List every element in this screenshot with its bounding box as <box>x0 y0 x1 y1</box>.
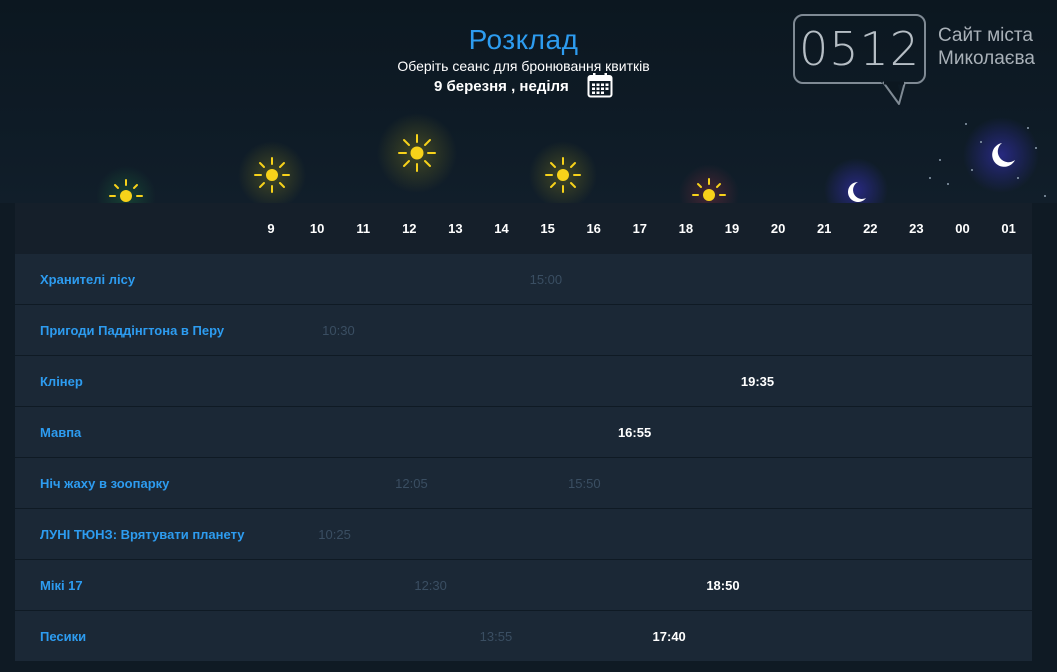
table-row: Клінер 19:35 <box>15 356 1032 407</box>
hour-label: 18 <box>678 221 694 236</box>
table-row: Мікі 17 12:30 18:50 <box>15 560 1032 611</box>
hour-label: 00 <box>955 221 970 236</box>
table-row: Ніч жаху в зоопарку 12:05 15:50 <box>15 458 1032 509</box>
hours-header: 9 10 11 12 13 14 15 16 17 18 19 20 21 22 23 00 01 <box>15 203 1032 254</box>
moon-icon <box>848 182 866 202</box>
hour-label: 15 <box>540 221 555 236</box>
table-row: Пригоди Паддінгтона в Перу 10:30 <box>15 305 1032 356</box>
showtime-past: 15:50 <box>568 476 601 491</box>
movie-title-link[interactable]: Клінер <box>40 374 83 389</box>
showtime-button[interactable]: 16:55 <box>618 425 651 440</box>
table-row: Хранителі лісу 15:00 <box>15 254 1032 305</box>
sun-icon <box>398 134 436 172</box>
movie-title-link[interactable]: Пригоди Паддінгтона в Перу <box>40 323 224 338</box>
table-row: Песики 13:55 17:40 <box>15 611 1032 662</box>
hour-label: 01 <box>1001 221 1016 236</box>
showtime-button[interactable]: 17:40 <box>653 629 686 644</box>
hour-label: 17 <box>632 221 648 236</box>
hour-label: 23 <box>909 221 924 236</box>
hour-label: 16 <box>586 221 601 236</box>
showtime-button[interactable]: 19:35 <box>741 374 774 389</box>
movie-title-link[interactable]: Хранителі лісу <box>40 272 135 287</box>
hour-label: 12 <box>402 221 417 236</box>
calendar-icon[interactable] <box>587 72 613 98</box>
movie-title-link[interactable]: Мавпа <box>40 425 81 440</box>
logo-text: Сайт міста Миколаєва <box>938 24 1035 70</box>
hour-label: 21 <box>816 221 832 236</box>
hour-label: 13 <box>448 221 463 236</box>
logo-line-1: Сайт міста <box>938 25 1033 46</box>
speech-bubble-tail <box>881 81 906 105</box>
movie-title-link[interactable]: ЛУНІ ТЮНЗ: Врятувати планету <box>40 527 245 542</box>
sun-icon <box>692 178 726 201</box>
hour-label: 14 <box>494 221 509 236</box>
hour-label: 19 <box>724 221 740 236</box>
showtime-button[interactable]: 18:50 <box>706 578 739 593</box>
table-row: Мавпа 16:55 <box>15 407 1032 458</box>
movie-title-link[interactable]: Мікі 17 <box>40 578 83 593</box>
movie-title-link[interactable]: Песики <box>40 629 86 644</box>
table-row: ЛУНІ ТЮНЗ: Врятувати планету 10:25 <box>15 509 1032 560</box>
hour-label: 20 <box>770 221 786 236</box>
movie-title-link[interactable]: Ніч жаху в зоопарку <box>40 476 169 491</box>
sun-icon <box>545 157 581 193</box>
showtime-past: 12:05 <box>395 476 428 491</box>
moon-icon <box>992 143 1015 167</box>
hour-label: 9 <box>267 221 275 236</box>
date-label: 9 березня , неділя <box>434 77 569 95</box>
logo-number: 0512 <box>798 22 921 76</box>
sun-icon <box>109 179 143 202</box>
showtime-past: 13:55 <box>479 629 513 644</box>
logo-line-2: Миколаєва <box>938 48 1035 69</box>
hour-label: 11 <box>356 221 371 236</box>
hour-label: 22 <box>863 221 878 236</box>
sun-icon <box>254 157 290 193</box>
hour-label: 10 <box>309 221 325 236</box>
showtime-past: 10:30 <box>322 323 355 338</box>
showtime-past: 15:00 <box>529 272 563 287</box>
showtime-past: 10:25 <box>318 527 351 542</box>
site-logo[interactable]: 0512 Сайт міста Миколаєва <box>793 14 1053 108</box>
showtime-past: 12:30 <box>414 578 447 593</box>
schedule-table: Хранителі лісу 15:00 Пригоди Паддінгтона в… <box>15 254 1032 662</box>
